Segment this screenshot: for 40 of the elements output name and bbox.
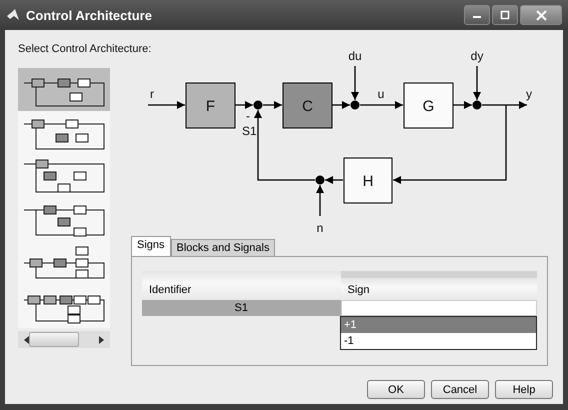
signal-label: u <box>378 87 384 101</box>
dialog-button[interactable]: OK <box>367 380 425 399</box>
prompt-label: Select Control Architecture: <box>17 42 148 57</box>
app-icon <box>6 8 20 22</box>
tab[interactable]: Blocks and Signals <box>170 239 276 256</box>
column-header[interactable]: Identifier <box>142 271 340 300</box>
signal-label: dy <box>470 49 484 63</box>
architecture-option[interactable] <box>18 68 110 111</box>
dropdown-option[interactable]: -1 <box>341 333 536 349</box>
maximize-button[interactable] <box>492 5 518 25</box>
window-title: Control Architecture <box>26 8 153 22</box>
signal-label: n <box>316 221 324 235</box>
sign-label: - <box>246 109 250 123</box>
horizontal-scrollbar[interactable] <box>18 331 110 348</box>
dropdown-option[interactable]: +1 <box>341 317 536 333</box>
maximize-icon <box>500 10 510 20</box>
minimize-button[interactable] <box>464 5 490 25</box>
signal-label: r <box>150 87 154 101</box>
diagram-block: H <box>344 158 392 204</box>
signal-label: du <box>348 49 362 63</box>
sum-label: S1 <box>242 124 257 138</box>
diagram-block: G <box>404 82 454 128</box>
diagram-block: C <box>282 82 332 128</box>
sign-dropdown-field[interactable] <box>340 300 537 316</box>
column-header[interactable]: Sign <box>340 271 537 300</box>
table-cell[interactable]: S1 <box>142 300 340 316</box>
close-icon <box>536 10 546 20</box>
dialog-button[interactable]: Cancel <box>431 380 489 399</box>
sum-junction <box>254 100 262 110</box>
sum-junction <box>316 176 324 184</box>
dialog-button[interactable]: Help <box>495 380 553 399</box>
signal-arrow <box>148 101 185 109</box>
scroll-right-icon[interactable] <box>99 336 104 344</box>
sum-junction <box>350 100 360 110</box>
sum-junction <box>472 100 482 110</box>
scrollbar-thumb[interactable] <box>29 332 79 347</box>
close-button[interactable] <box>520 5 562 25</box>
diagram-block: F <box>186 82 236 128</box>
tab[interactable]: Signs <box>131 236 171 256</box>
signal-label: y <box>526 87 532 101</box>
